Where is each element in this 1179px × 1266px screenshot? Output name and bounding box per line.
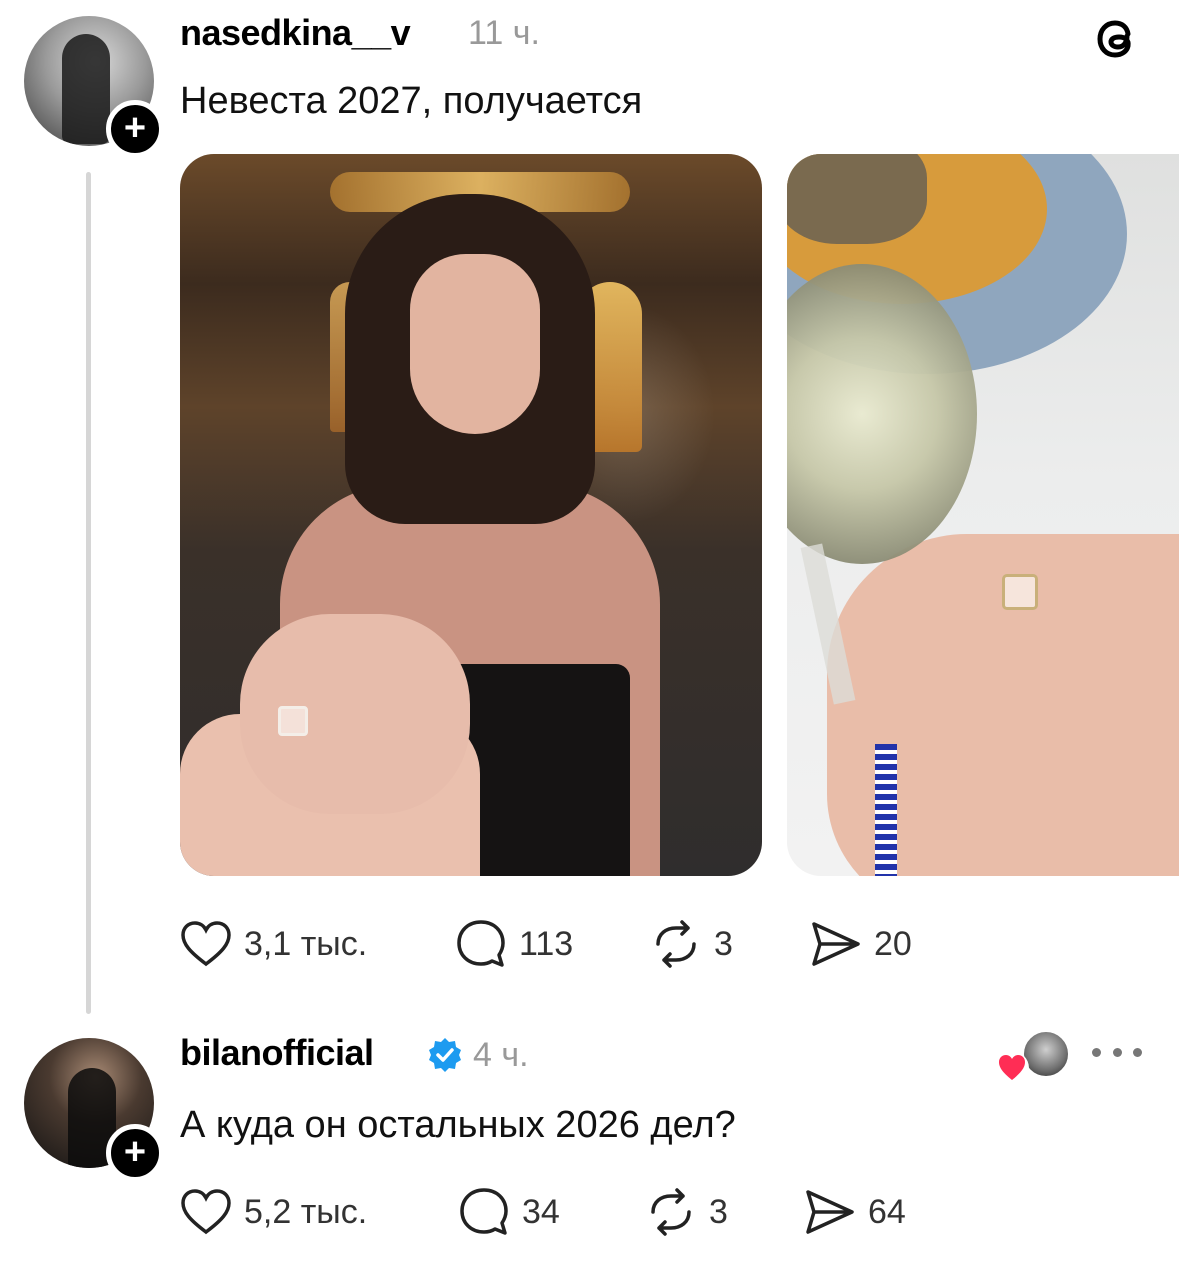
like-count: 3,1 тыс. <box>244 924 368 963</box>
repost-icon <box>651 1188 691 1236</box>
send-icon <box>812 922 860 966</box>
dot <box>1133 1047 1142 1057</box>
share-button[interactable]: 64 <box>804 1186 906 1238</box>
comment-button[interactable]: 113 <box>455 918 573 970</box>
verified-badge-icon <box>429 1038 461 1072</box>
reply-text: А куда он остальных 2026 дел? <box>180 1104 736 1146</box>
more-icon[interactable] <box>1092 1042 1142 1062</box>
post-text: Невеста 2027, получается <box>180 80 643 122</box>
share-count: 20 <box>874 924 912 963</box>
comment-icon <box>457 920 505 967</box>
threads-icon[interactable] <box>1088 12 1142 66</box>
post-photo-2[interactable] <box>787 154 1179 876</box>
comment-count: 113 <box>519 924 574 963</box>
like-button[interactable]: 3,1 тыс. <box>180 920 367 968</box>
heart-icon <box>181 1189 231 1235</box>
like-button[interactable]: 5,2 тыс. <box>180 1188 367 1236</box>
dot <box>1092 1047 1101 1057</box>
avatar-figure <box>62 34 110 144</box>
follow-plus-button[interactable]: + <box>106 1124 164 1182</box>
post-photo-1[interactable] <box>180 154 762 876</box>
photo-food <box>787 154 927 244</box>
like-count: 5,2 тыс. <box>244 1192 368 1231</box>
repost-button[interactable]: 3 <box>645 1186 728 1238</box>
heart-icon <box>181 921 231 967</box>
repost-button[interactable]: 3 <box>650 918 733 970</box>
photo-napkin-stitch <box>875 744 897 876</box>
follow-plus-button[interactable]: + <box>106 100 164 158</box>
reply-time: 4 ч. <box>473 1036 529 1074</box>
photo-ring <box>1002 574 1038 610</box>
liked-heart-icon <box>995 1051 1029 1085</box>
repost-count: 3 <box>709 1192 728 1231</box>
comment-button[interactable]: 34 <box>458 1186 560 1238</box>
comment-count: 34 <box>522 1192 560 1231</box>
share-button[interactable]: 20 <box>810 918 912 970</box>
repost-icon <box>656 920 696 968</box>
photo-ring <box>278 706 308 736</box>
post-username[interactable]: nasedkina__v <box>180 12 411 54</box>
repost-count: 3 <box>714 924 733 963</box>
share-count: 64 <box>868 1192 906 1231</box>
send-icon <box>806 1190 854 1234</box>
reply-username[interactable]: bilanofficial <box>180 1032 374 1074</box>
photo-hand <box>240 614 470 814</box>
dot <box>1112 1047 1122 1057</box>
post-time: 11 ч. <box>468 14 540 52</box>
comment-icon <box>460 1188 508 1235</box>
photo-person-face <box>410 254 540 434</box>
thread-connector-line <box>86 172 91 1014</box>
